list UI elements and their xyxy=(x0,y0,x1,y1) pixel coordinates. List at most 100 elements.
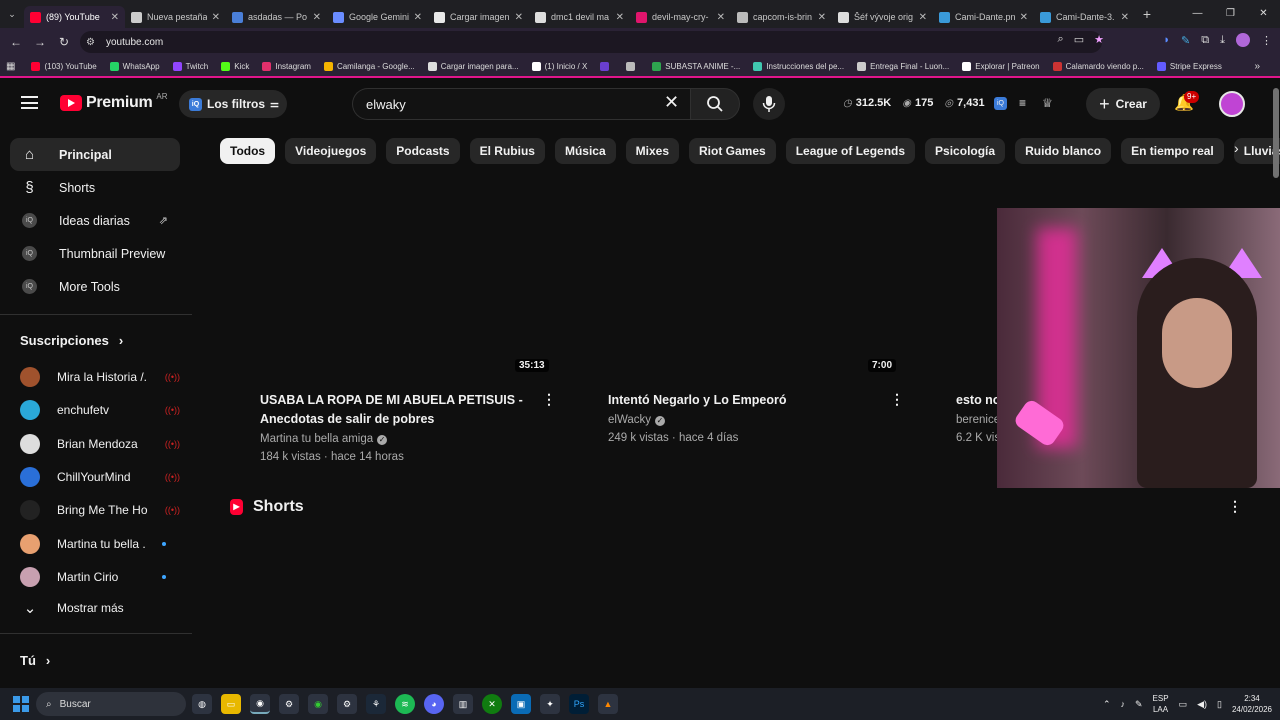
bookmarks-more-icon[interactable]: » xyxy=(1254,61,1260,72)
mic-tray-icon[interactable]: ♪ xyxy=(1121,699,1126,709)
filter-chip[interactable]: League of Legends xyxy=(785,138,916,164)
photoshop-icon[interactable]: Ps xyxy=(569,694,589,714)
network-icon[interactable]: ▭ xyxy=(1179,699,1188,710)
video-title[interactable]: esto no xyxy=(956,391,1000,410)
bookmark-item[interactable]: (1) Inicio / X xyxy=(531,61,587,71)
filter-chip[interactable]: En tiempo real xyxy=(1121,138,1224,164)
bookmark-item[interactable]: Stripe Express xyxy=(1156,61,1222,71)
davinci-icon[interactable]: ✦ xyxy=(540,694,560,714)
youtube-logo[interactable]: Premium AR xyxy=(60,92,168,112)
bookmark-item[interactable]: Explorar | Patreon xyxy=(962,61,1040,71)
close-tab-icon[interactable]: ✕ xyxy=(616,12,624,23)
address-bar[interactable]: ⚙ youtube.com xyxy=(80,31,1102,53)
close-tab-icon[interactable]: ✕ xyxy=(717,12,725,23)
filter-chip[interactable]: El Rubius xyxy=(469,138,545,164)
close-tab-icon[interactable]: ✕ xyxy=(515,12,523,23)
subscription-item[interactable]: Martin Cirio xyxy=(20,562,180,592)
steam-icon[interactable]: ⚘ xyxy=(366,694,386,714)
list-icon[interactable]: ≡ xyxy=(1019,96,1026,110)
channel-name[interactable]: Martina tu bella amiga xyxy=(260,433,373,445)
subscriptions-header[interactable]: Suscripciones › xyxy=(20,333,123,348)
translate-icon[interactable]: ✎ xyxy=(1181,34,1190,47)
close-tab-icon[interactable]: ✕ xyxy=(111,12,119,23)
you-header[interactable]: Tú › xyxy=(20,653,50,668)
shorts-menu-kebab-icon[interactable]: ⋮ xyxy=(1228,498,1242,515)
zoom-icon[interactable]: ⌕ xyxy=(1058,33,1064,46)
close-tab-icon[interactable]: ✕ xyxy=(313,12,321,23)
sidebar-item-principal[interactable]: ⌂ Principal xyxy=(10,138,180,171)
sidebar-item-more-tools[interactable]: iQ More Tools xyxy=(10,270,180,303)
tray-chevron-icon[interactable]: ⌃ xyxy=(1103,699,1111,710)
close-tab-icon[interactable]: ✕ xyxy=(212,12,220,23)
new-tab-button[interactable]: + xyxy=(1135,6,1159,22)
close-tab-icon[interactable]: ✕ xyxy=(414,12,422,23)
filter-chip[interactable]: Riot Games xyxy=(689,138,776,164)
filter-chip[interactable]: Ruido blanco xyxy=(1015,138,1112,164)
bookmark-item[interactable]: Instagram xyxy=(262,61,311,71)
reload-icon[interactable]: ↻ xyxy=(52,35,76,49)
close-tab-icon[interactable]: ✕ xyxy=(919,12,927,23)
filters-button[interactable]: iQ Los filtros ⚌ xyxy=(179,90,287,118)
trophy-icon[interactable]: ♕ xyxy=(1042,96,1053,110)
chips-next-arrow-icon[interactable]: › xyxy=(1234,140,1239,156)
close-tab-icon[interactable]: ✕ xyxy=(1020,12,1028,23)
page-scrollbar[interactable] xyxy=(1272,80,1280,688)
back-icon[interactable]: ← xyxy=(4,35,28,49)
browser-tab[interactable]: (89) YouTube ✕ xyxy=(24,6,125,28)
browser-tab[interactable]: Cami-Dante-3. ✕ xyxy=(1034,6,1135,28)
filter-chip[interactable]: Psicología xyxy=(925,138,1006,164)
video-title[interactable]: USABA LA ROPA DE MI ABUELA PETISUIS - An… xyxy=(260,391,530,429)
show-more-button[interactable]: ⌄ Mostrar más xyxy=(20,593,180,623)
browser-tab[interactable]: Nueva pestaña ✕ xyxy=(125,6,226,28)
restore-icon[interactable]: ❐ xyxy=(1214,0,1247,28)
video-menu-kebab-icon[interactable]: ⋮ xyxy=(542,391,556,408)
sidebar-item-ideas-diarias[interactable]: iQ Ideas diarias ⇗ xyxy=(10,204,180,237)
subscription-item[interactable]: ChillYourMind ((•)) xyxy=(20,462,180,492)
account-avatar[interactable] xyxy=(1219,91,1245,117)
volume-icon[interactable]: ◀) xyxy=(1197,699,1207,710)
profile-avatar[interactable] xyxy=(1236,33,1250,47)
taskbar-search[interactable]: ⌕ Buscar xyxy=(36,692,186,716)
video-title[interactable]: Intentó Negarlo y Lo Empeoró xyxy=(608,391,878,410)
audio-app-icon[interactable]: ▥ xyxy=(453,694,473,714)
close-tab-icon[interactable]: ✕ xyxy=(818,12,826,23)
close-tab-icon[interactable]: ✕ xyxy=(1121,12,1129,23)
search-input[interactable]: elwaky xyxy=(352,88,692,120)
browser-tab[interactable]: asdadas — Po ✕ xyxy=(226,6,327,28)
settings-icon[interactable]: ⚙ xyxy=(279,694,299,714)
steam-gear-icon[interactable]: ⚙ xyxy=(337,694,357,714)
subscription-item[interactable]: enchufetv ((•)) xyxy=(20,395,180,425)
clear-search-icon[interactable]: ✕ xyxy=(664,92,679,113)
bookmark-item[interactable]: (103) YouTube xyxy=(31,61,97,71)
search-button[interactable] xyxy=(690,88,740,120)
bookmark-item[interactable]: Entrega Final - Luon... xyxy=(857,61,949,71)
filter-chip[interactable]: Videojuegos xyxy=(285,138,377,164)
bookmark-item[interactable]: Cargar imagen para... xyxy=(427,61,519,71)
browser-tab[interactable]: Google Gemini ✕ xyxy=(327,6,428,28)
bookmark-star-icon[interactable]: ★ xyxy=(1094,33,1104,46)
language-indicator[interactable]: ESP LAA xyxy=(1153,693,1169,715)
forward-icon[interactable]: → xyxy=(28,35,52,49)
channel-name[interactable]: elWacky xyxy=(608,414,651,426)
filter-chip[interactable]: Todos xyxy=(220,138,276,164)
bookmark-item[interactable]: Instrucciones del pe... xyxy=(753,61,844,71)
bookmark-item[interactable] xyxy=(626,61,639,71)
bookmark-item[interactable]: Camilanga - Google... xyxy=(323,61,415,71)
sidebar-item-thumbnail-preview[interactable]: iQ Thumbnail Preview xyxy=(10,237,180,270)
sidebar-item-shorts[interactable]: § Shorts xyxy=(10,171,180,204)
filter-chip[interactable]: Música xyxy=(554,138,616,164)
extension-icon[interactable]: ◗ xyxy=(1163,34,1170,46)
scrollbar-thumb[interactable] xyxy=(1273,88,1279,178)
download-icon[interactable]: ⤓ xyxy=(1220,34,1225,47)
filter-chip[interactable]: Podcasts xyxy=(386,138,460,164)
apps-grid-icon[interactable]: ▦ xyxy=(6,61,15,72)
video-menu-kebab-icon[interactable]: ⋮ xyxy=(890,391,904,408)
file-explorer-icon[interactable]: ▭ xyxy=(221,694,241,714)
cast-icon[interactable]: ▭ xyxy=(1074,33,1084,46)
menu-kebab-icon[interactable]: ⋮ xyxy=(1261,34,1272,47)
create-button[interactable]: + Crear xyxy=(1086,88,1160,120)
browser-tab[interactable]: capcom-is-brin ✕ xyxy=(731,6,832,28)
subscription-item[interactable]: Martina tu bella ... xyxy=(20,529,180,559)
browser-tab[interactable]: devil-may-cry- ✕ xyxy=(630,6,731,28)
spotify-icon[interactable]: ≋ xyxy=(395,694,415,714)
